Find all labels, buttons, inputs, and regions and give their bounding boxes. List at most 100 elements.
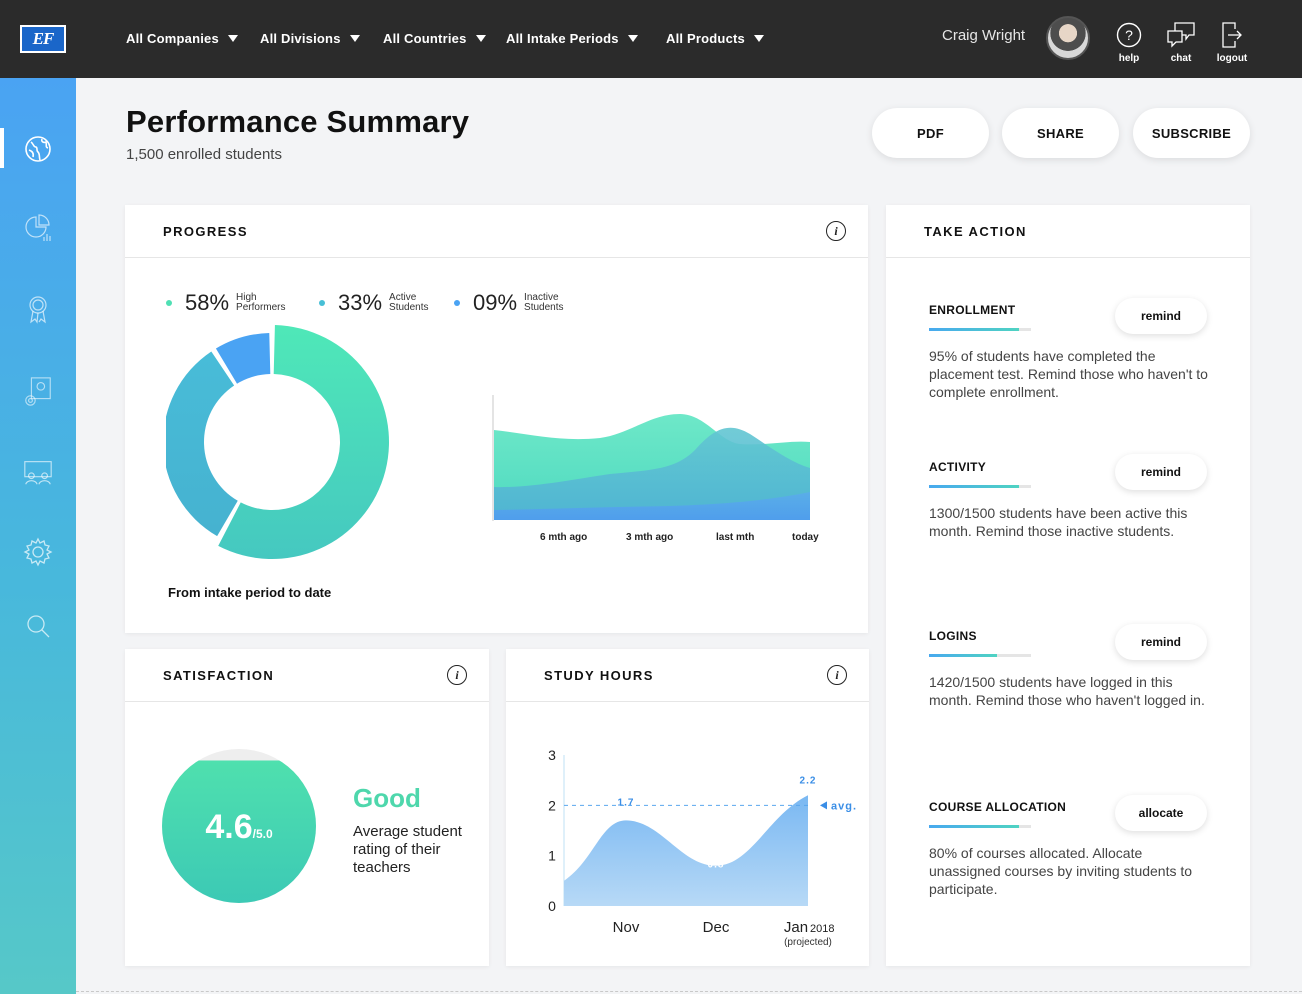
study-hours-chart: 3 2 1 0 avg. 1.7 0.8 2.2 Nov Dec Jan 2018 (projected… <box>548 747 857 948</box>
sidebar-item-settings[interactable] <box>22 536 54 568</box>
sidebar-item-search[interactable] <box>22 610 54 642</box>
company-logo[interactable]: EF <box>20 25 66 53</box>
action-progress-course-allocation <box>929 825 1031 828</box>
sidebar-item-overview[interactable] <box>22 133 54 165</box>
filter-companies[interactable]: All Companies <box>126 31 238 46</box>
caret-down-icon <box>753 35 764 42</box>
help-label: help <box>1118 53 1140 64</box>
x-tick-label: Dec <box>703 919 730 936</box>
sidebar-item-reports[interactable] <box>22 212 54 244</box>
satisfaction-score: 4.6/5.0 <box>161 808 317 847</box>
legend-line-2: Performers <box>236 302 286 313</box>
progress-card-header: PROGRESS i <box>125 205 868 258</box>
top-bar: EF All Companies All Divisions All Count… <box>0 0 1302 78</box>
progress-donut-chart <box>166 325 389 559</box>
action-text-enrollment: 95% of students have completed the place… <box>929 348 1208 400</box>
legend-active-students: 33% Active Students <box>319 290 429 316</box>
award-icon <box>29 296 47 324</box>
share-button[interactable]: SHARE <box>1002 108 1119 158</box>
caret-down-icon <box>627 35 638 42</box>
y-tick-label: 2 <box>548 797 556 813</box>
svg-text:?: ? <box>1125 27 1133 43</box>
user-name[interactable]: Craig Wright <box>942 27 1025 44</box>
pdf-button[interactable]: PDF <box>872 108 989 158</box>
satisfaction-card-header: SATISFACTION i <box>125 649 489 702</box>
score-scale: /5.0 <box>252 827 273 841</box>
chat-button[interactable]: chat <box>1159 20 1203 64</box>
info-icon[interactable]: i <box>826 221 846 241</box>
filter-label: All Intake Periods <box>506 31 619 46</box>
y-tick-label: 1 <box>548 848 556 864</box>
progress-area-chart <box>492 395 810 521</box>
action-title-enrollment: ENROLLMENT <box>929 303 1016 317</box>
legend-high-performers: 58% High Performers <box>166 290 286 316</box>
action-title-activity: ACTIVITY <box>929 460 987 474</box>
action-progress-logins <box>929 654 1031 657</box>
progress-fill <box>929 328 1019 331</box>
active-indicator <box>0 128 4 168</box>
caret-down-icon <box>227 35 238 42</box>
area-x-label: last mth <box>716 532 755 543</box>
score-value: 4.6 <box>205 808 253 846</box>
area-x-label: today <box>792 532 819 543</box>
x-tick-label: Jan <box>784 919 808 936</box>
legend-line-2: Students <box>389 302 429 313</box>
page-bottom-divider <box>76 991 1302 992</box>
pie-chart-icon <box>25 214 51 241</box>
avg-label: avg. <box>831 800 857 812</box>
remind-logins-button[interactable]: remind <box>1115 624 1207 660</box>
chat-label: chat <box>1170 53 1192 64</box>
filter-label: All Divisions <box>260 31 341 46</box>
data-label: 0.8 <box>708 860 725 871</box>
page-subtitle: 1,500 enrolled students <box>126 146 282 163</box>
help-button[interactable]: ? help <box>1107 20 1151 64</box>
filter-intake-periods[interactable]: All Intake Periods <box>506 31 638 46</box>
avg-marker-icon <box>820 801 827 810</box>
legend-dot <box>454 300 460 306</box>
sidebar-item-classrooms[interactable] <box>22 456 54 488</box>
subscribe-button[interactable]: SUBSCRIBE <box>1133 108 1250 158</box>
area-x-label: 6 mth ago <box>540 532 588 543</box>
logout-label: logout <box>1216 53 1248 64</box>
info-icon[interactable]: i <box>447 665 467 685</box>
take-action-card-header: TAKE ACTION <box>886 205 1250 258</box>
legend-line-2: Students <box>524 302 564 313</box>
y-tick-label: 0 <box>548 898 556 914</box>
filter-countries[interactable]: All Countries <box>383 31 486 46</box>
legend-dot <box>166 300 172 306</box>
projected-label: (projected) <box>784 937 832 948</box>
logout-icon <box>1222 22 1242 48</box>
content-settings-icon <box>25 377 51 406</box>
satisfaction-title: SATISFACTION <box>163 667 275 683</box>
filter-divisions[interactable]: All Divisions <box>260 31 360 46</box>
sidebar-item-awards[interactable] <box>22 293 54 325</box>
progress-title: PROGRESS <box>163 223 248 239</box>
satisfaction-rating: Good <box>353 783 421 813</box>
action-title-logins: LOGINS <box>929 629 977 643</box>
gear-icon <box>23 537 53 567</box>
globe-icon <box>25 136 51 162</box>
progress-fill <box>929 654 998 657</box>
legend-percent: 33% <box>338 290 383 315</box>
help-icon: ? <box>1116 22 1142 48</box>
logout-button[interactable]: logout <box>1210 20 1254 64</box>
legend-dot <box>319 300 325 306</box>
info-icon[interactable]: i <box>827 665 847 685</box>
data-label: 2.2 <box>800 775 817 786</box>
x-tick-label: Nov <box>613 919 640 936</box>
action-text-course-allocation: 80% of courses allocated. Allocate unass… <box>929 845 1193 897</box>
legend-label: High Performers <box>236 293 285 313</box>
chat-icon <box>1167 22 1195 48</box>
filter-label: All Products <box>666 31 745 46</box>
remind-activity-button[interactable]: remind <box>1115 454 1207 490</box>
sidebar <box>0 78 76 994</box>
allocate-courses-button[interactable]: allocate <box>1115 795 1207 831</box>
page-title: Performance Summary <box>126 104 470 139</box>
progress-caption: From intake period to date <box>168 585 332 600</box>
remind-enrollment-button[interactable]: remind <box>1115 298 1207 334</box>
filter-products[interactable]: All Products <box>666 31 764 46</box>
sidebar-item-content[interactable] <box>22 376 54 408</box>
action-title-course-allocation: COURSE ALLOCATION <box>929 800 1067 814</box>
satisfaction-description: Average student rating of their teachers <box>353 823 462 876</box>
avatar[interactable] <box>1046 16 1090 60</box>
